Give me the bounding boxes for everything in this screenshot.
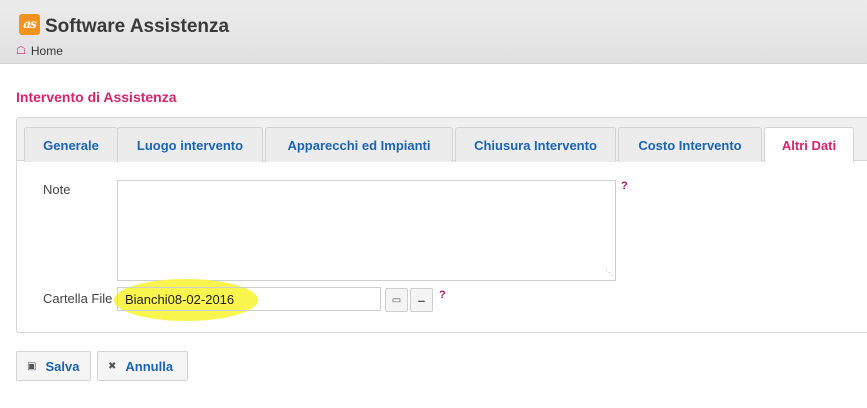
tab-altri-dati[interactable]: Altri Dati — [764, 127, 854, 162]
tab-bar: Generale Luogo intervento Apparecchi ed … — [17, 118, 867, 162]
save-button-label: Salva — [45, 358, 80, 374]
note-help-icon[interactable]: ? — [621, 180, 628, 192]
folder-input[interactable] — [117, 287, 381, 311]
tab-costo-intervento[interactable]: Costo Intervento — [618, 127, 762, 162]
breadcrumb: ☖ Home — [16, 44, 63, 58]
folder-icon: ▭ — [391, 294, 402, 306]
app-logo: as — [19, 14, 40, 35]
home-icon: ☖ — [16, 45, 26, 57]
tab-apparecchi-ed-impianti[interactable]: Apparecchi ed Impianti — [265, 127, 453, 162]
cancel-button[interactable]: ✖ Annulla — [97, 351, 188, 381]
remove-folder-button[interactable]: – — [410, 288, 433, 312]
browse-folder-button[interactable]: ▭ — [385, 288, 408, 312]
breadcrumb-home-link[interactable]: Home — [31, 44, 63, 58]
tab-luogo-intervento[interactable]: Luogo intervento — [117, 127, 263, 162]
note-textarea[interactable] — [117, 180, 616, 281]
resize-grip-icon[interactable]: ⋱ — [605, 269, 614, 278]
tab-generale[interactable]: Generale — [24, 127, 118, 162]
app-header: as Software Assistenza ☖ Home — [0, 0, 867, 64]
section-title: Intervento di Assistenza — [16, 89, 177, 105]
folder-help-icon[interactable]: ? — [439, 289, 446, 301]
form-panel: Generale Luogo intervento Apparecchi ed … — [16, 117, 867, 333]
cancel-button-label: Annulla — [125, 358, 174, 374]
minus-icon: – — [417, 292, 426, 308]
close-icon: ✖ — [108, 360, 117, 372]
folder-label: Cartella File — [43, 291, 113, 306]
note-label: Note — [43, 182, 71, 197]
floppy-icon: ▣ — [27, 360, 37, 372]
app-title: Software Assistenza — [45, 16, 230, 37]
save-button[interactable]: ▣ Salva — [16, 351, 91, 381]
tab-chiusura-intervento[interactable]: Chiusura Intervento — [455, 127, 616, 162]
